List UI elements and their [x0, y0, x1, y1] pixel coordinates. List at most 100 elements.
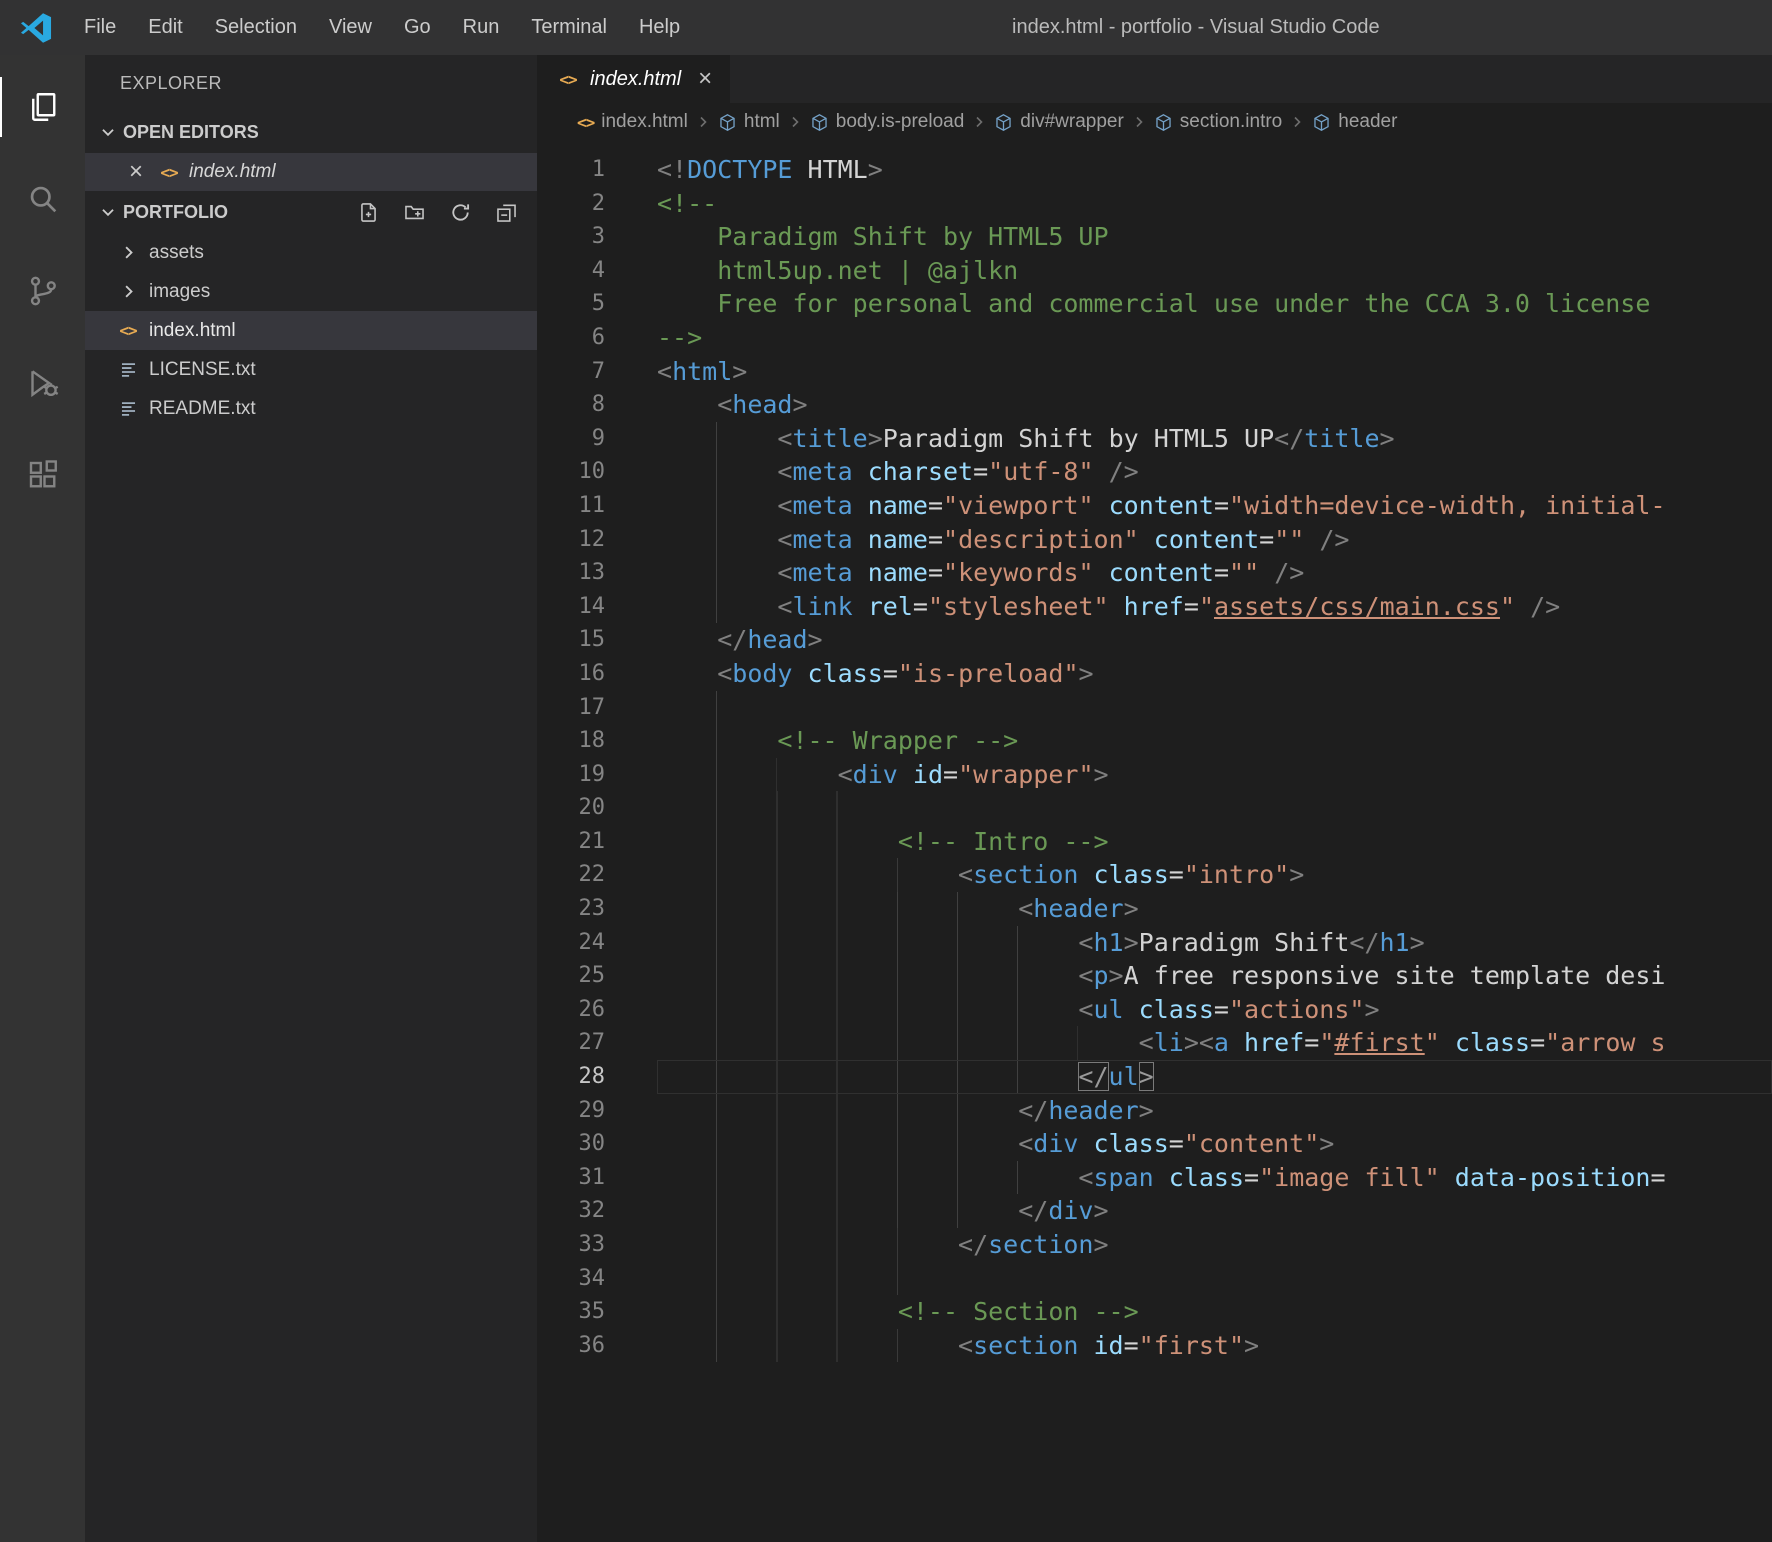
code-line-30[interactable]: 30<div class="content">	[537, 1127, 1772, 1161]
line-content: <li><a href="#first" class="arrow s	[657, 1026, 1772, 1060]
line-content: <section class="intro">	[657, 858, 1772, 892]
breadcrumb-item[interactable]: body.is-preload	[810, 111, 965, 133]
code-line-26[interactable]: 26<ul class="actions">	[537, 993, 1772, 1027]
code-line-15[interactable]: 15</head>	[537, 623, 1772, 657]
code-line-11[interactable]: 11<meta name="viewport" content="width=d…	[537, 489, 1772, 523]
tree-item-index-html[interactable]: <>index.html	[85, 311, 537, 350]
new-folder-button[interactable]	[399, 197, 429, 227]
code-line-1[interactable]: 1<!DOCTYPE HTML>	[537, 153, 1772, 187]
code-line-21[interactable]: 21<!-- Intro -->	[537, 825, 1772, 859]
menu-help[interactable]: Help	[623, 0, 696, 55]
code-line-17[interactable]: 17	[537, 691, 1772, 725]
line-number: 7	[537, 355, 605, 389]
breadcrumb-item[interactable]: <>index.html	[577, 111, 688, 133]
code-line-12[interactable]: 12<meta name="description" content="" />	[537, 523, 1772, 557]
line-number: 22	[537, 858, 605, 892]
line-number: 17	[537, 691, 605, 725]
code-line-18[interactable]: 18<!-- Wrapper -->	[537, 724, 1772, 758]
code-line-33[interactable]: 33</section>	[537, 1228, 1772, 1262]
collapse-all-button[interactable]	[491, 197, 521, 227]
code-line-6[interactable]: 6-->	[537, 321, 1772, 355]
code-line-16[interactable]: 16 <body class="is-preload">	[537, 657, 1772, 691]
cube-icon	[718, 113, 737, 132]
breadcrumb-separator-icon	[1131, 114, 1147, 130]
code-line-29[interactable]: 29 </header>	[537, 1094, 1772, 1128]
menu-selection[interactable]: Selection	[199, 0, 313, 55]
code-line-9[interactable]: 9<title>Paradigm Shift by HTML5 UP</titl…	[537, 422, 1772, 456]
code-line-25[interactable]: 25 <p>A free responsive site template des…	[537, 959, 1772, 993]
code-line-23[interactable]: 23<header>	[537, 892, 1772, 926]
code-line-4[interactable]: 4html5up.net | @ajlkn	[537, 254, 1772, 288]
tree-item-readme-txt[interactable]: README.txt	[85, 389, 537, 428]
breadcrumb-item[interactable]: html	[718, 111, 780, 133]
menu-terminal[interactable]: Terminal	[515, 0, 623, 55]
code-line-35[interactable]: 35<!-- Section -->	[537, 1295, 1772, 1329]
line-number: 14	[537, 590, 605, 624]
tree-item-label: index.html	[149, 320, 236, 342]
menu-run[interactable]: Run	[447, 0, 516, 55]
code-line-2[interactable]: 2<!--	[537, 187, 1772, 221]
breadcrumb-item[interactable]: header	[1312, 111, 1397, 133]
close-icon[interactable]: ×	[698, 67, 712, 91]
breadcrumbs: <>index.html html body.is-preload div#wrapp…	[537, 103, 1772, 141]
explorer-icon[interactable]	[0, 61, 85, 153]
code-line-8[interactable]: 8<head>	[537, 388, 1772, 422]
code-line-10[interactable]: 10<meta charset="utf-8" />	[537, 455, 1772, 489]
code-area[interactable]: 1<!DOCTYPE HTML>2<!--3Paradigm Shift by …	[537, 141, 1772, 1542]
line-number: 16	[537, 657, 605, 691]
breadcrumb-item[interactable]: section.intro	[1154, 111, 1282, 133]
line-content: <!DOCTYPE HTML>	[657, 153, 1772, 187]
code-line-22[interactable]: 22 <section class="intro">	[537, 858, 1772, 892]
code-line-20[interactable]: 20	[537, 791, 1772, 825]
code-line-36[interactable]: 36<section id="first">	[537, 1329, 1772, 1363]
line-number: 29	[537, 1094, 605, 1128]
breadcrumb-item[interactable]: div#wrapper	[994, 111, 1124, 133]
code-line-31[interactable]: 31<span class="image fill" data-position…	[537, 1161, 1772, 1195]
tree-item-images[interactable]: images	[85, 272, 537, 311]
code-line-24[interactable]: 24<h1>Paradigm Shift</h1>	[537, 926, 1772, 960]
portfolio-label: PORTFOLIO	[123, 202, 228, 223]
code-line-3[interactable]: 3Paradigm Shift by HTML5 UP	[537, 220, 1772, 254]
line-content: <section id="first">	[657, 1329, 1772, 1363]
code-line-27[interactable]: 27<li><a href="#first" class="arrow s	[537, 1026, 1772, 1060]
code-line-34[interactable]: 34	[537, 1262, 1772, 1296]
tree-item-assets[interactable]: assets	[85, 233, 537, 272]
menu-file[interactable]: File	[68, 0, 132, 55]
code-line-14[interactable]: 14<link rel="stylesheet" href="assets/cs…	[537, 590, 1772, 624]
line-number: 30	[537, 1127, 605, 1161]
line-number: 32	[537, 1194, 605, 1228]
tab-label: index.html	[590, 68, 681, 91]
menu-view[interactable]: View	[313, 0, 388, 55]
tree-item-license-txt[interactable]: LICENSE.txt	[85, 350, 537, 389]
breadcrumb-separator-icon	[787, 114, 803, 130]
code-line-13[interactable]: 13<meta name="keywords" content="" />	[537, 556, 1772, 590]
tab-bar: <> index.html ×	[537, 55, 1772, 103]
line-content: <p>A free responsive site template desi	[657, 959, 1772, 993]
code-line-28[interactable]: 28</ul>	[537, 1060, 1772, 1094]
menu-edit[interactable]: Edit	[132, 0, 198, 55]
code-line-32[interactable]: 32</div>	[537, 1194, 1772, 1228]
menu-go[interactable]: Go	[388, 0, 447, 55]
line-number: 25	[537, 959, 605, 993]
line-number: 10	[537, 455, 605, 489]
line-content: </header>	[657, 1094, 1772, 1128]
line-number: 15	[537, 623, 605, 657]
search-icon[interactable]	[0, 153, 85, 245]
open-editor-item[interactable]: × <> index.html	[85, 153, 537, 191]
code-line-5[interactable]: 5Free for personal and commercial use un…	[537, 287, 1772, 321]
line-content: <html>	[657, 355, 1772, 389]
source-control-icon[interactable]	[0, 245, 85, 337]
refresh-button[interactable]	[445, 197, 475, 227]
new-file-button[interactable]	[353, 197, 383, 227]
line-number: 28	[537, 1060, 605, 1094]
extensions-icon[interactable]	[0, 429, 85, 521]
tab-index-html[interactable]: <> index.html ×	[537, 55, 730, 103]
run-and-debug-icon[interactable]	[0, 337, 85, 429]
line-content: <body class="is-preload">	[657, 657, 1772, 691]
line-content: <meta name="description" content="" />	[657, 523, 1772, 557]
code-line-19[interactable]: 19<div id="wrapper">	[537, 758, 1772, 792]
code-line-7[interactable]: 7 <html>	[537, 355, 1772, 389]
close-icon[interactable]: ×	[123, 160, 149, 184]
portfolio-header[interactable]: PORTFOLIO	[85, 191, 537, 233]
open-editors-header[interactable]: OPEN EDITORS	[85, 111, 537, 153]
